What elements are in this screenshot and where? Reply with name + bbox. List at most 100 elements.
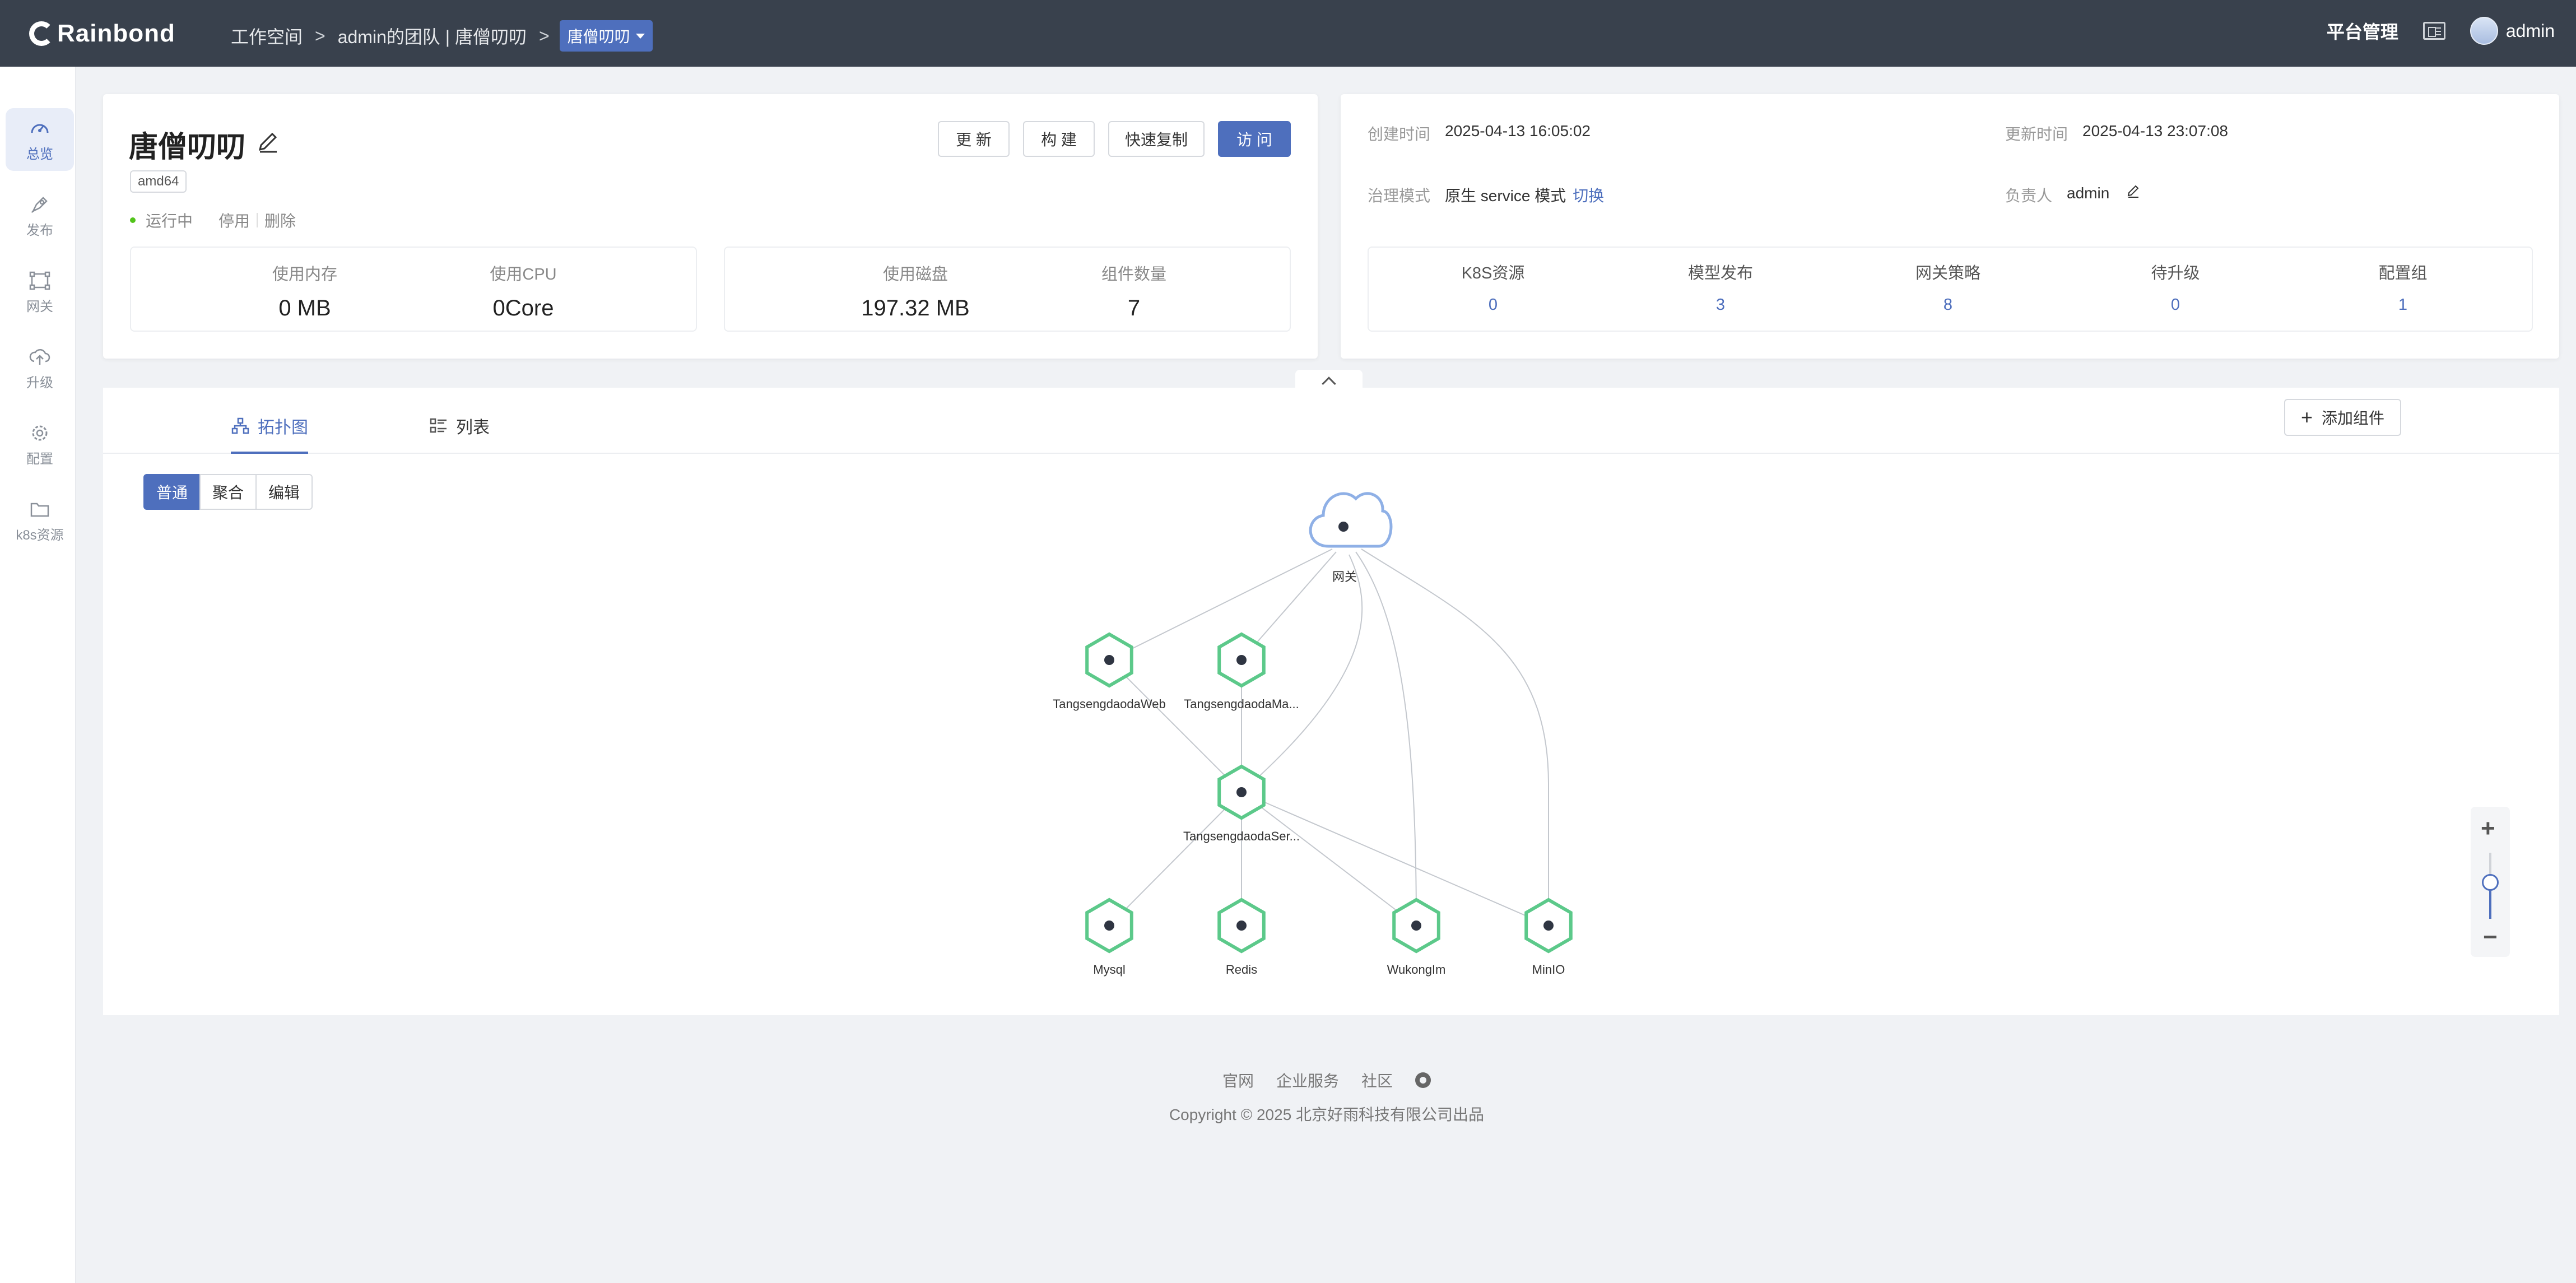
disk-components-box: 使用磁盘 197.32 MB 组件数量 7 [724, 247, 1291, 332]
github-icon[interactable] [1415, 1072, 1431, 1088]
res-label: 待升级 [2151, 264, 2200, 282]
gateway-label: 网关 [1332, 570, 1357, 584]
folder-icon [29, 498, 51, 520]
app-info-card: 唐僧叨叨 amd64 运行中 停用 删除 更 新 构 建 快速复制 访 问 使用… [103, 94, 1318, 359]
stat-label: 使用CPU [490, 266, 557, 283]
edit-icon[interactable] [255, 128, 280, 161]
status-row: 运行中 停用 删除 [130, 209, 296, 231]
node-label-ser: TangsengdaodaSer... [1183, 829, 1300, 843]
status-dot [130, 217, 136, 223]
app-select-label: 唐僧叨叨 [567, 28, 630, 45]
sidebar-item-label: 升级 [26, 375, 53, 391]
mode-value: 原生 service 模式 切换 [1445, 184, 1604, 206]
node-label-minio: MinIO [1532, 963, 1565, 977]
breadcrumb-workspace[interactable]: 工作空间 [231, 23, 303, 49]
sidebar-item-overview[interactable]: 总览 [6, 108, 74, 171]
zoom-slider-handle[interactable] [2482, 874, 2499, 891]
sidebar-item-upgrade[interactable]: 升级 [6, 337, 74, 399]
stop-link[interactable]: 停用 [218, 209, 250, 231]
gateway-icon [29, 269, 51, 292]
disk-stat: 使用磁盘 197.32 MB [820, 248, 1011, 321]
memory-stat: 使用内存 0 MB [210, 248, 400, 321]
config-group-stat[interactable]: 配置组 1 [2319, 248, 2487, 314]
sidebar-item-k8s[interactable]: k8s资源 [6, 489, 74, 552]
topology-icon [231, 417, 249, 434]
view-mode-group: 普通 聚合 编辑 [143, 474, 313, 510]
stat-value: 0 MB [278, 296, 331, 320]
plus-icon: + [2300, 406, 2313, 429]
caret-down-icon [635, 33, 645, 39]
footer-link-official[interactable]: 官网 [1222, 1069, 1254, 1091]
rainbond-logo[interactable]: Rainbond [29, 17, 175, 50]
sidebar-item-gateway[interactable]: 网关 [6, 261, 74, 323]
sidebar-item-settings[interactable]: 配置 [6, 413, 74, 476]
cpu-stat: 使用CPU 0Core [428, 248, 619, 321]
footer-links: 官网 企业服务 社区 [0, 1069, 2576, 1091]
action-buttons: 更 新 构 建 快速复制 访 问 [938, 121, 1291, 157]
k8s-resource-stat[interactable]: K8S资源 0 [1409, 248, 1577, 314]
gateway-policy-stat[interactable]: 网关策略 8 [1864, 248, 2032, 314]
delete-link[interactable]: 删除 [264, 209, 296, 231]
app-meta-card: 创建时间 2025-04-13 16:05:02 更新时间 2025-04-13… [1341, 94, 2559, 359]
updated-label: 更新时间 [2005, 125, 2068, 143]
platform-manage-link[interactable]: 平台管理 [2327, 18, 2398, 44]
res-value: 8 [1943, 296, 1953, 314]
tab-topology[interactable]: 拓扑图 [231, 409, 308, 454]
owner-name: admin [2067, 184, 2110, 202]
mode-normal-button[interactable]: 普通 [143, 474, 201, 510]
update-button[interactable]: 更 新 [938, 121, 1010, 157]
edit-owner-icon[interactable] [2126, 184, 2141, 202]
divider [257, 213, 258, 227]
stat-label: 使用磁盘 [882, 266, 948, 283]
app-select-dropdown[interactable]: 唐僧叨叨 [559, 20, 653, 52]
component-count-stat: 组件数量 7 [1039, 248, 1229, 321]
sidebar-item-label: 发布 [26, 222, 53, 238]
breadcrumb-team[interactable]: admin的团队 | 唐僧叨叨 [338, 23, 527, 49]
sidebar: 总览 发布 网关 升级 配置 k8s资源 [0, 67, 76, 1283]
resource-summary-box: K8S资源 0 模型发布 3 网关策略 8 待升级 0 配置组 1 [1368, 247, 2533, 332]
add-component-button[interactable]: + 添加组件 [2284, 399, 2401, 436]
sidebar-item-label: 总览 [26, 146, 53, 162]
footer-link-enterprise[interactable]: 企业服务 [1276, 1069, 1339, 1091]
stat-value: 197.32 MB [861, 296, 970, 320]
pending-upgrade-stat[interactable]: 待升级 0 [2091, 248, 2259, 314]
visit-button[interactable]: 访 问 [1218, 121, 1291, 157]
res-value: 0 [2170, 296, 2180, 314]
topology-panel: 拓扑图 列表 + 添加组件 普通 聚合 编辑 [103, 388, 2559, 1015]
app-title: 唐僧叨叨 [129, 123, 280, 165]
model-publish-stat[interactable]: 模型发布 3 [1636, 248, 1805, 314]
publish-icon [29, 193, 51, 216]
logo-text: Rainbond [57, 20, 175, 47]
user-name: admin [2505, 20, 2555, 41]
resource-usage-box: 使用内存 0 MB 使用CPU 0Core [130, 247, 697, 332]
add-component-label: 添加组件 [2321, 410, 2384, 427]
footer-link-community[interactable]: 社区 [1361, 1069, 1393, 1091]
mode-edit-button[interactable]: 编辑 [255, 474, 313, 510]
app-name: 唐僧叨叨 [129, 131, 246, 164]
mode-aggregate-button[interactable]: 聚合 [199, 474, 257, 510]
user-menu[interactable]: admin [2470, 17, 2555, 45]
build-button[interactable]: 构 建 [1023, 121, 1095, 157]
stat-value: 7 [1127, 296, 1141, 320]
zoom-out-button[interactable]: − [2483, 923, 2498, 951]
created-label: 创建时间 [1368, 125, 1431, 143]
mode-text: 原生 service 模式 [1445, 187, 1566, 204]
switch-mode-link[interactable]: 切换 [1573, 184, 1604, 206]
owner-value: admin [2067, 184, 2141, 202]
document-icon[interactable] [2422, 22, 2445, 40]
breadcrumb: 工作空间 > admin的团队 | 唐僧叨叨 > 唐僧叨叨 [231, 20, 653, 52]
node-label-ma: TangsengdaodaMa... [1184, 697, 1299, 711]
res-value: 3 [1715, 296, 1726, 314]
sidebar-item-label: 网关 [26, 299, 53, 314]
sidebar-item-publish[interactable]: 发布 [6, 184, 74, 247]
status-text: 运行中 [146, 212, 193, 230]
tab-list[interactable]: 列表 [429, 409, 490, 443]
zoom-control: + − [2471, 807, 2510, 957]
breadcrumb-separator: > [315, 25, 326, 46]
owner-label: 负责人 [2005, 187, 2053, 204]
quick-copy-button[interactable]: 快速复制 [1108, 121, 1205, 157]
zoom-in-button[interactable]: + [2481, 815, 2495, 843]
res-label: 配置组 [2378, 264, 2428, 282]
created-time: 2025-04-13 16:05:02 [1445, 122, 1591, 140]
tab-label: 列表 [456, 419, 490, 437]
